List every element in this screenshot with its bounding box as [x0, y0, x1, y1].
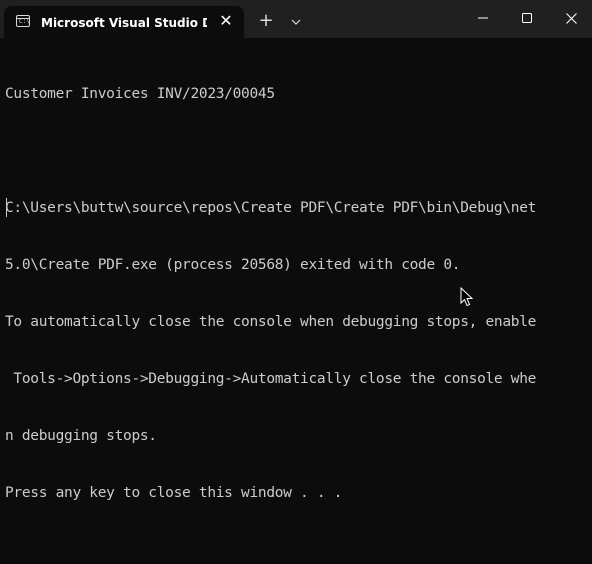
title-bar: C:\ Microsoft Visual Studio Debug Consol… [0, 0, 592, 38]
close-window-button[interactable] [548, 0, 592, 36]
minimize-icon [478, 17, 488, 19]
new-tab-button[interactable]: + [254, 10, 278, 34]
console-line: Tools->Options->Debugging->Automatically… [5, 371, 537, 387]
tab-dropdown-button[interactable] [284, 10, 308, 34]
console-line: Customer Invoices INV/2023/00045 [5, 86, 275, 102]
mouse-pointer-icon [460, 286, 474, 311]
close-icon [565, 12, 577, 24]
console-line: C:\Users\buttw\source\repos\Create PDF\C… [5, 200, 537, 216]
console-output[interactable]: Customer Invoices INV/2023/00045 C:\User… [5, 47, 589, 522]
maximize-button[interactable] [504, 0, 550, 36]
console-line: 5.0\Create PDF.exe (process 20568) exite… [5, 257, 461, 273]
terminal-icon: C:\ [16, 15, 30, 27]
console-line: n debugging stops. [5, 428, 157, 444]
minimize-button[interactable] [460, 0, 506, 36]
console-line: To automatically close the console when … [5, 314, 537, 330]
console-tab[interactable]: C:\ Microsoft Visual Studio Debug Consol… [4, 6, 244, 38]
close-tab-button[interactable]: ✕ [216, 11, 236, 31]
chevron-down-icon [291, 19, 301, 25]
tab-title: Microsoft Visual Studio Debug Console [41, 16, 207, 30]
text-cursor [6, 198, 7, 217]
console-line: Press any key to close this window . . . [5, 485, 343, 501]
maximize-icon [522, 13, 532, 23]
